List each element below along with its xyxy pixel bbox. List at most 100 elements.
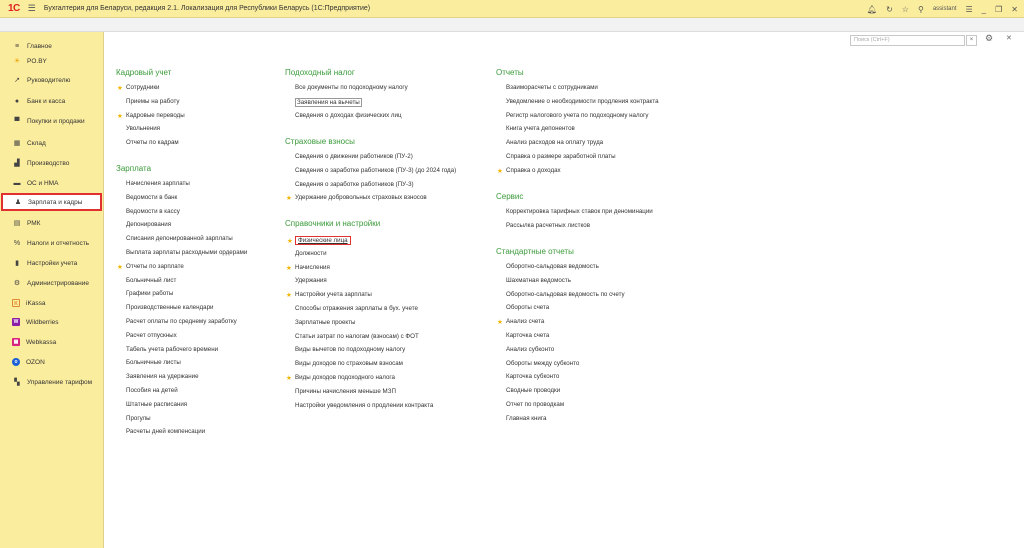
nav-link[interactable]: Виды доходов по страховым взносам — [295, 360, 403, 367]
nav-link[interactable]: Расчет отпускных — [126, 332, 177, 339]
nav-link[interactable]: Корректировка тарифных ставок при деноми… — [506, 208, 653, 215]
nav-link[interactable]: ★ Кадровые переводы — [117, 112, 185, 120]
nav-link[interactable]: Все документы по подоходному налогу — [295, 84, 408, 91]
nav-link[interactable]: Оборотно-сальдовая ведомость — [506, 263, 599, 270]
favorite-star-icon[interactable]: ★ — [497, 167, 503, 175]
nav-link[interactable]: Ведомости в банк — [126, 194, 177, 201]
sidebar-item-rmk[interactable]: ▤ РМК — [0, 216, 104, 230]
favorite-star-icon[interactable]: ★ — [287, 237, 293, 245]
sidebar-item-bank[interactable]: ● Банк и касса — [0, 94, 104, 108]
favorite-star-icon[interactable]: ★ — [117, 84, 123, 92]
nav-link[interactable]: Сведения о движении работников (ПУ-2) — [295, 153, 413, 160]
nav-link[interactable]: Книга учета депонентов — [506, 125, 575, 132]
sidebar-item-settings[interactable]: ▮ Настройки учета — [0, 256, 104, 270]
nav-link[interactable]: Табель учета рабочего времени — [126, 346, 218, 353]
nav-link[interactable]: Регистр налогового учета по подоходному … — [506, 112, 648, 119]
nav-link[interactable]: Штатные расписания — [126, 401, 187, 408]
nav-link[interactable]: Начисления зарплаты — [126, 180, 190, 187]
nav-link[interactable]: Сведения о заработке работников (ПУ-3) — [295, 181, 414, 188]
settings-menu-icon[interactable]: ☰ — [966, 5, 973, 14]
nav-link[interactable]: Ведомости в кассу — [126, 208, 180, 215]
sidebar-item-production[interactable]: ▟ Производство — [0, 156, 104, 170]
nav-link[interactable]: Обороты счета — [506, 304, 549, 311]
sidebar-item-admin[interactable]: ⚙ Администрирование — [0, 276, 104, 290]
nav-link[interactable]: Списания депонированной зарплаты — [126, 235, 233, 242]
nav-link[interactable]: Причины начисления меньше МЗП — [295, 388, 396, 395]
nav-link[interactable]: Удержания — [295, 277, 327, 284]
sidebar-item-tariff[interactable]: ▚ Управление тарифом — [0, 375, 104, 389]
nav-link[interactable]: Заявления на удержание — [126, 373, 199, 380]
bell-icon[interactable]: 🔔︎ — [867, 5, 877, 14]
nav-link[interactable]: Рассылка расчетных листков — [506, 222, 590, 229]
favorite-star-icon[interactable]: ★ — [286, 374, 292, 382]
nav-link[interactable]: Графики работы — [126, 290, 173, 297]
star-icon[interactable]: ☆ — [902, 5, 909, 14]
panel-close-icon[interactable]: ✕ — [1006, 34, 1012, 42]
sidebar-item-assets[interactable]: ▬ ОС и НМА — [0, 176, 104, 190]
nav-link[interactable]: Пособия на детей — [126, 387, 178, 394]
nav-link[interactable]: Расчеты дней компенсации — [126, 428, 205, 435]
nav-link[interactable]: ★ Виды доходов подоходного налога — [286, 374, 395, 382]
nav-link[interactable]: Способы отражения зарплаты в бух. учете — [295, 305, 418, 312]
panel-settings-icon[interactable]: ⚙ — [985, 33, 993, 44]
nav-link[interactable]: Производственные календари — [126, 304, 214, 311]
nav-link[interactable]: Статьи затрат по налогам (взносам) с ФОТ — [295, 333, 419, 340]
nav-link[interactable]: Выплата зарплаты расходными ордерами — [126, 249, 247, 256]
history-icon[interactable]: ↻ — [886, 5, 893, 14]
nav-link[interactable]: Анализ расходов на оплату труда — [506, 139, 603, 146]
nav-link[interactable]: ★ Физические лица — [287, 236, 351, 245]
sidebar-item-ikassa[interactable]: KiKassa — [0, 296, 104, 310]
user-name[interactable]: assistant — [933, 6, 957, 12]
sidebar-item-manager[interactable]: ↗ Руководителю — [0, 73, 104, 87]
nav-link[interactable]: Депонирования — [126, 221, 171, 228]
nav-link[interactable]: Справка о размере заработной платы — [506, 153, 616, 160]
nav-link[interactable]: Отчеты по кадрам — [126, 139, 179, 146]
main-menu-icon[interactable]: ☰ — [28, 3, 36, 14]
nav-link[interactable]: Настройки уведомления о продлении контра… — [295, 402, 433, 409]
nav-link[interactable]: Отчет по проводкам — [506, 401, 564, 408]
sidebar-item-poby[interactable]: ☀ PO.BY — [0, 54, 104, 68]
favorite-star-icon[interactable]: ★ — [117, 263, 123, 271]
nav-link[interactable]: Заявления на вычеты — [295, 97, 362, 107]
nav-link[interactable]: Приемы на работу — [126, 98, 180, 105]
sidebar-item-taxes[interactable]: % Налоги и отчетность — [0, 236, 104, 250]
nav-link[interactable]: Больничный лист — [126, 277, 176, 284]
search-clear-icon[interactable]: × — [966, 35, 977, 46]
sidebar-item-purchases[interactable]: ▀ Покупки и продажи — [0, 114, 104, 128]
favorite-star-icon[interactable]: ★ — [117, 112, 123, 120]
nav-link[interactable]: Карточка счета — [506, 332, 549, 339]
close-icon[interactable]: ✕ — [1011, 5, 1018, 14]
nav-link[interactable]: ★ Начисления — [286, 264, 330, 272]
nav-link[interactable]: ★ Анализ счета — [497, 318, 544, 326]
nav-link[interactable]: Взаиморасчеты с сотрудниками — [506, 84, 598, 91]
nav-link[interactable]: Зарплатные проекты — [295, 319, 355, 326]
nav-link[interactable]: Увольнения — [126, 125, 160, 132]
nav-link[interactable]: Шахматная ведомость — [506, 277, 571, 284]
nav-link[interactable]: Сводные проводки — [506, 387, 560, 394]
nav-link[interactable]: Расчет оплаты по среднему заработку — [126, 318, 237, 325]
minimize-icon[interactable]: _ — [982, 5, 986, 14]
nav-link[interactable]: Сведения о доходах физических лиц — [295, 112, 402, 119]
favorite-star-icon[interactable]: ★ — [497, 318, 503, 326]
nav-link[interactable]: Больничные листы — [126, 359, 181, 366]
search-input[interactable]: Поиск (Ctrl+F) — [850, 35, 965, 46]
nav-link[interactable]: Сведения о заработке работников (ПУ-3) (… — [295, 167, 456, 174]
nav-link[interactable]: Главная книга — [506, 415, 546, 422]
favorite-star-icon[interactable]: ★ — [286, 264, 292, 272]
nav-link[interactable]: Оборотно-сальдовая ведомость по счету — [506, 291, 625, 298]
nav-link[interactable]: Должности — [295, 250, 327, 257]
sidebar-item-webkassa[interactable]: ▦ Webkassa — [0, 335, 104, 349]
nav-link[interactable]: ★ Удержание добровольных страховых взносо… — [286, 194, 427, 202]
nav-link[interactable]: ★ Сотрудники — [117, 84, 160, 92]
sidebar-item-ozon[interactable]: o OZON — [0, 355, 104, 369]
nav-link[interactable]: Анализ субконто — [506, 346, 554, 353]
sidebar-item-salary[interactable]: ♟ Зарплата и кадры — [1, 193, 102, 211]
nav-link[interactable]: Прогулы — [126, 415, 151, 422]
favorite-star-icon[interactable]: ★ — [286, 291, 292, 299]
nav-link[interactable]: Обороты между субконто — [506, 360, 579, 367]
maximize-icon[interactable]: ❐ — [995, 5, 1002, 14]
sidebar-item-warehouse[interactable]: ▦ Склад — [0, 136, 104, 150]
sidebar-item-main[interactable]: ≡ Главное — [0, 39, 104, 53]
favorite-star-icon[interactable]: ★ — [286, 194, 292, 202]
sidebar-item-wildberries[interactable]: W Wildberries — [0, 315, 104, 329]
